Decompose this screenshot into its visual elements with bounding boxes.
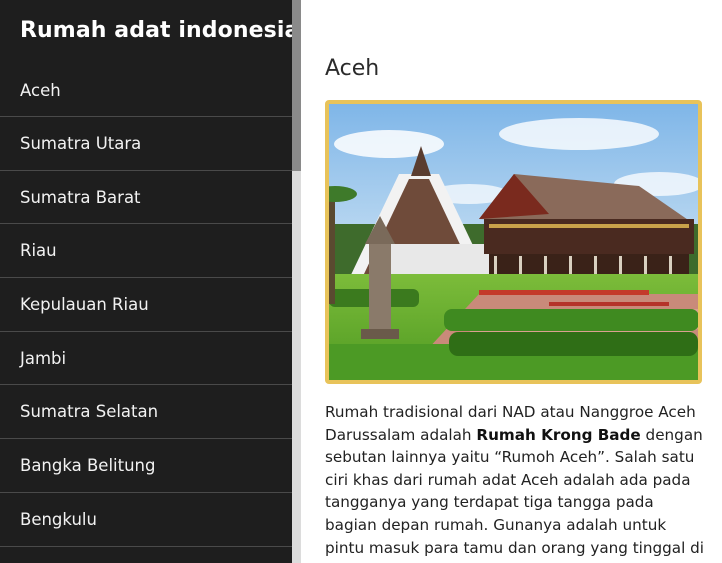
sidebar-item-riau[interactable]: Riau [0,224,292,279]
app: Rumah adat indonesia Aceh Sumatra Utara … [0,0,722,563]
sidebar-item-jambi[interactable]: Jambi [0,332,292,386]
main-content: Aceh Rumah tradisional dari NAD atau Nan… [301,0,722,563]
sidebar-item-bangka-belitung[interactable]: Bangka Belitung [0,439,292,493]
scrollbar-track[interactable] [292,171,301,563]
scrollbar-thumb[interactable] [292,0,301,171]
sidebar-title: Rumah adat indonesia [20,18,292,43]
sidebar-item-bengkulu[interactable]: Bengkulu [0,493,292,547]
sidebar-item-sumatra-utara[interactable]: Sumatra Utara [0,117,292,171]
house-illustration [329,104,698,380]
page-title: Aceh [325,56,380,81]
sidebar-item-sumatra-selatan[interactable]: Sumatra Selatan [0,385,292,440]
sidebar-item-kepulauan-riau[interactable]: Kepulauan Riau [0,278,292,332]
house-name: Rumah Krong Bade [476,425,641,444]
province-menu: Aceh Sumatra Utara Sumatra Barat Riau Ke… [0,64,292,547]
sidebar-item-aceh[interactable]: Aceh [0,64,292,117]
sidebar-scrollbar[interactable] [292,0,301,563]
rumah-adat-photo [325,100,702,384]
description-text: Rumah tradisional dari NAD atau Nanggroe… [325,401,709,563]
description-rest: dengan sebutan lainnya yaitu “Rumoh Aceh… [325,425,705,563]
sidebar: Rumah adat indonesia Aceh Sumatra Utara … [0,0,292,563]
sidebar-item-sumatra-barat[interactable]: Sumatra Barat [0,171,292,225]
